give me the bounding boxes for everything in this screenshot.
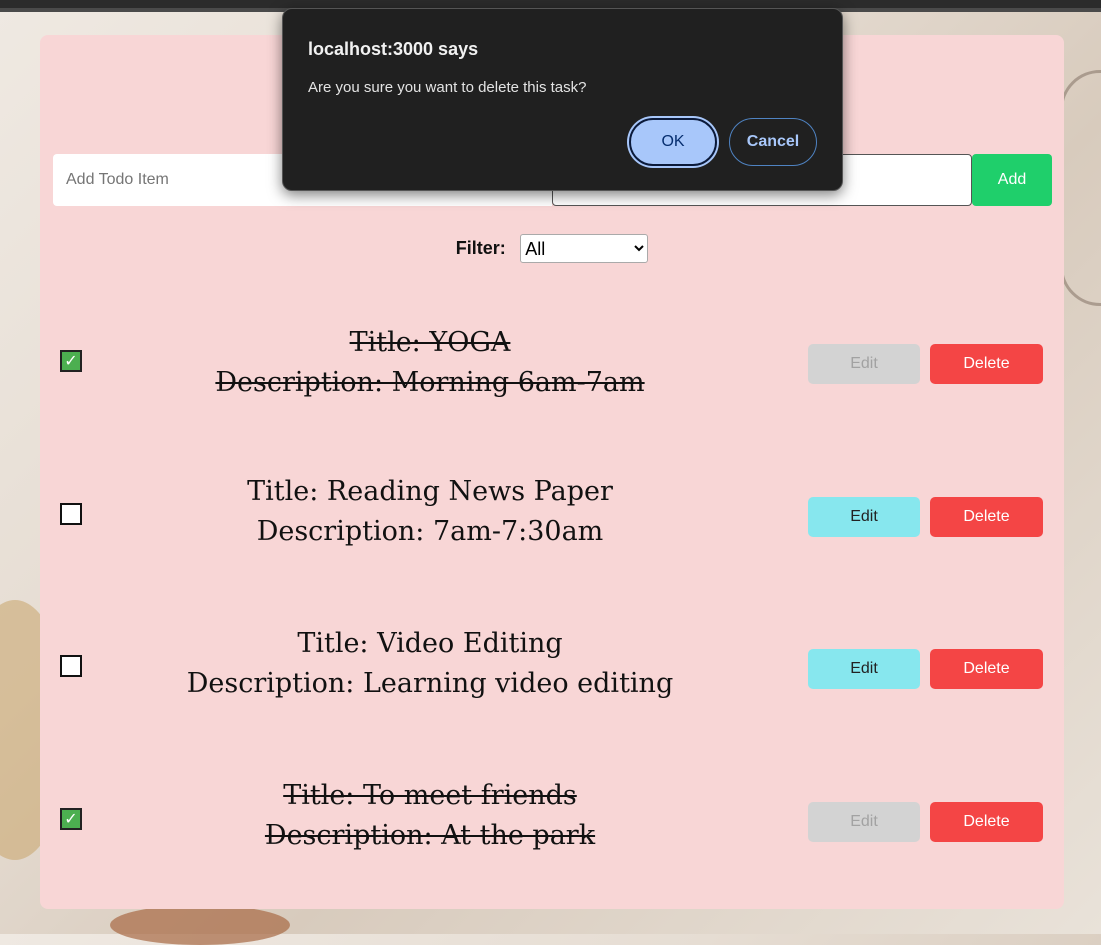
add-button[interactable]: Add (972, 154, 1052, 206)
filter-label: Filter: (455, 238, 506, 258)
todo-title: Title: YOGA (349, 327, 511, 358)
ok-button[interactable]: OK (629, 118, 717, 166)
edit-button[interactable]: Edit (808, 497, 920, 537)
edit-button[interactable]: Edit (808, 802, 920, 842)
todo-title: Title: Reading News Paper (247, 476, 613, 507)
todo-item: ✓ Title: To meet friends Description: At… (40, 780, 1064, 861)
dialog-title: localhost:3000 says (308, 39, 479, 59)
filter-select[interactable]: All (520, 234, 649, 263)
todo-checkbox[interactable]: ✓ (60, 808, 82, 830)
delete-button[interactable]: Delete (930, 497, 1043, 537)
todo-description: Description: Learning video editing (186, 668, 674, 699)
todo-description: Description: Morning 6am-7am (215, 367, 645, 398)
todo-description: Description: 7am-7:30am (256, 516, 604, 547)
delete-button[interactable]: Delete (930, 649, 1043, 689)
delete-button[interactable]: Delete (930, 344, 1043, 384)
filter-row: Filter: All (40, 234, 1064, 264)
todo-checkbox[interactable] (60, 503, 82, 525)
todo-item: Title: Reading News Paper Description: 7… (40, 476, 1064, 556)
todo-title: Title: To meet friends (283, 780, 577, 811)
delete-button[interactable]: Delete (930, 802, 1043, 842)
todo-checkbox[interactable]: ✓ (60, 350, 82, 372)
check-icon: ✓ (64, 351, 78, 370)
todo-item: ✓ Title: YOGA Description: Morning 6am-7… (40, 323, 1064, 403)
dialog-message: Are you sure you want to delete this tas… (308, 79, 587, 96)
todo-text: Title: YOGA Description: Morning 6am-7am (130, 323, 730, 403)
todo-description: Description: At the park (264, 820, 596, 851)
edit-button[interactable]: Edit (808, 344, 920, 384)
todo-text: Title: To meet friends Description: At t… (130, 776, 730, 856)
check-icon: ✓ (64, 809, 78, 828)
background-decoration (1060, 70, 1101, 306)
background-decoration (110, 905, 290, 945)
todo-checkbox[interactable] (60, 655, 82, 677)
confirm-dialog: localhost:3000 says Are you sure you wan… (282, 8, 843, 191)
edit-button[interactable]: Edit (808, 649, 920, 689)
cancel-button[interactable]: Cancel (729, 118, 817, 166)
todo-title: Title: Video Editing (297, 628, 563, 659)
todo-text: Title: Video Editing Description: Learni… (130, 624, 730, 704)
todo-text: Title: Reading News Paper Description: 7… (130, 472, 730, 552)
todo-item: Title: Video Editing Description: Learni… (40, 628, 1064, 708)
